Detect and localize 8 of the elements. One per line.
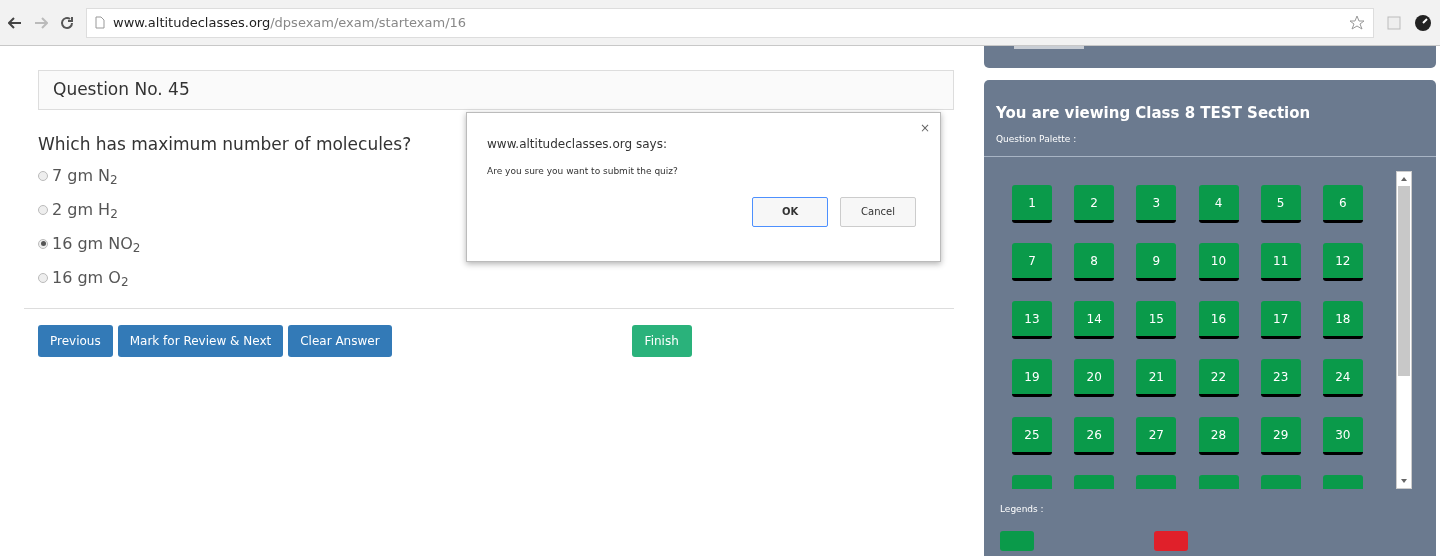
- dialog-title: www.altitudeclasses.org says:: [487, 136, 668, 153]
- dialog-message: Are you sure you want to submit the quiz?: [487, 165, 679, 178]
- section-title: You are viewing Class 8 TEST Section: [996, 103, 1312, 124]
- palette-label: Question Palette :: [996, 132, 1078, 146]
- question-header: Question No. 45: [38, 70, 954, 110]
- question-text: Which has maximum number of molecules?: [38, 133, 412, 156]
- url-text: www.altitudeclasses.org/dpsexam/exam/startexam/16: [113, 13, 467, 32]
- legends-label: Legends :: [999, 503, 1045, 516]
